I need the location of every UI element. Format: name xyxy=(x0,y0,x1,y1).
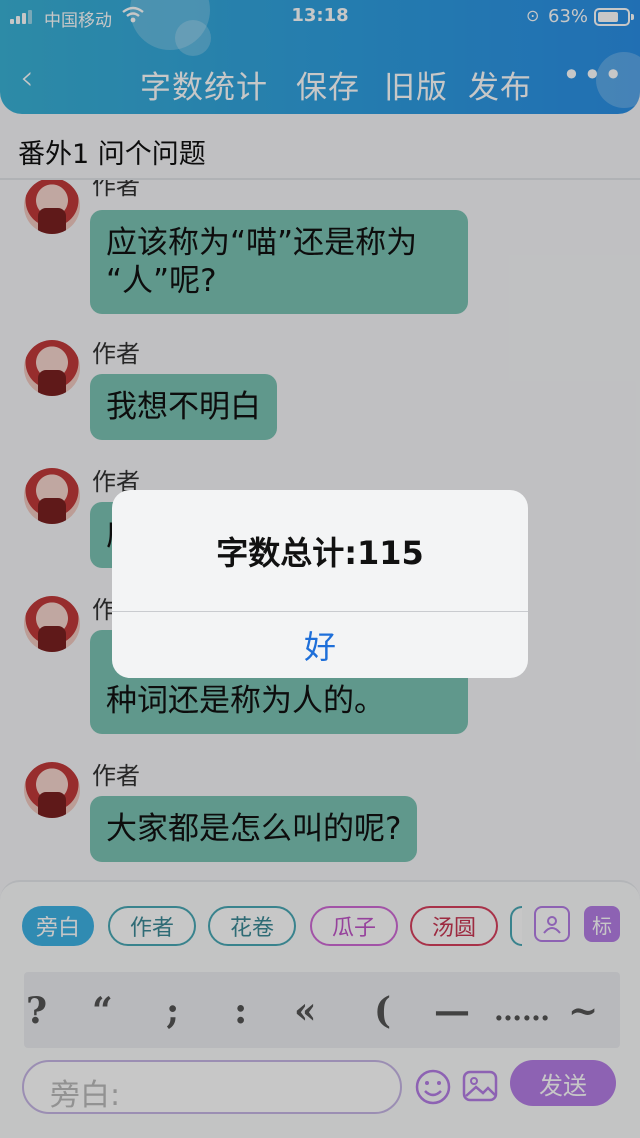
alert-ok-button[interactable]: 好 xyxy=(112,612,528,678)
alert-message: 字数总计:115 xyxy=(216,534,424,572)
word-count-alert: 字数总计:115 好 xyxy=(112,490,528,678)
